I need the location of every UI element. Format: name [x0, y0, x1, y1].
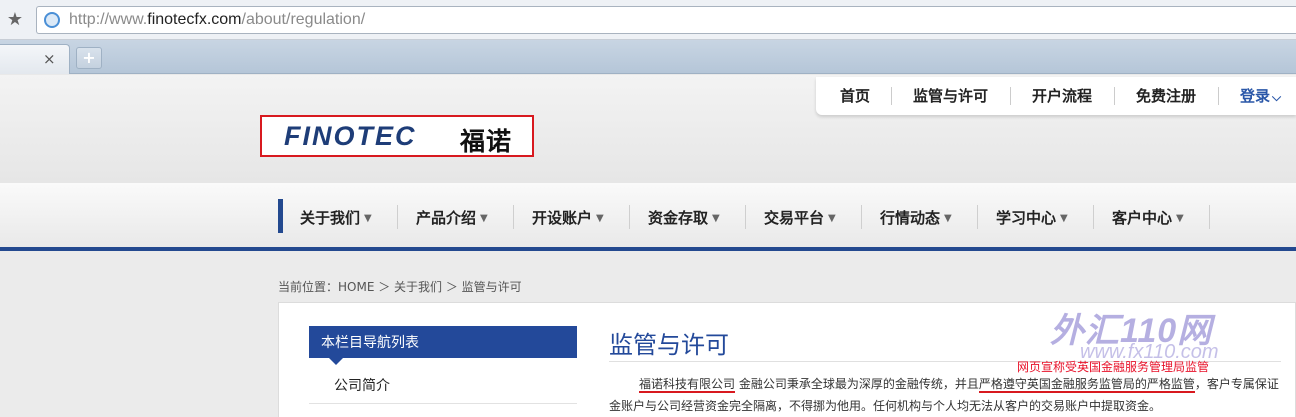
top-nav-divider	[1010, 87, 1011, 105]
top-nav-divider	[1114, 87, 1115, 105]
company-name: 福诺科技有限公司	[639, 377, 736, 393]
top-nav-regulation[interactable]: 监管与许可	[913, 85, 988, 106]
site-icon	[44, 12, 60, 28]
top-nav-divider	[1218, 87, 1219, 105]
nav-divider	[513, 205, 514, 229]
login-label: 登录	[1240, 87, 1271, 105]
sidebar-item-company-profile[interactable]: 公司简介	[334, 375, 390, 395]
nav-funding[interactable]: 资金存取 ▼	[648, 207, 720, 228]
top-nav-register[interactable]: 免费注册	[1136, 85, 1196, 106]
caret-down-icon: ▼	[712, 213, 720, 224]
site-logo[interactable]: FINOTEC 福诺	[260, 115, 534, 157]
caret-down-icon: ▼	[828, 213, 836, 224]
top-nav-home[interactable]: 首页	[840, 85, 870, 106]
address-bar: ★ http://www.finotecfx.com/about/regulat…	[0, 0, 1296, 40]
caret-down-icon: ▼	[480, 213, 488, 224]
regulation-claim: 严格遵守英国金融服务监管局的严格监管	[978, 377, 1195, 393]
new-tab-button[interactable]: +	[76, 47, 102, 69]
nav-open-account[interactable]: 开设账户 ▼	[532, 207, 604, 228]
caret-down-icon: ▼	[596, 213, 604, 224]
watermark: 外汇110网 www.fx110.com	[1050, 303, 1296, 373]
article-body: 福诺科技有限公司 金融公司秉承全球最为深厚的金融传统，并且严格遵守英国金融服务监…	[609, 373, 1281, 417]
url-text: http://www.finotecfx.com/about/regulatio…	[69, 11, 366, 28]
nav-about-us[interactable]: 关于我们 ▼	[300, 207, 372, 228]
logo-text-en: FINOTEC	[284, 121, 417, 151]
sidebar-title: 本栏目导航列表	[309, 326, 577, 365]
breadcrumb[interactable]: 当前位置：HOME ＞ 关于我们 ＞ 监管与许可	[278, 278, 522, 295]
top-nav-login[interactable]: 登录 ⌵	[1240, 85, 1281, 106]
nav-divider	[745, 205, 746, 229]
nav-products[interactable]: 产品介绍 ▼	[416, 207, 488, 228]
article-text-1: 金融公司秉承全球最为深厚的金融传统，并且	[735, 377, 979, 391]
watermark-url: www.fx110.com	[1080, 341, 1219, 363]
caret-down-icon: ▼	[364, 213, 372, 224]
nav-platform[interactable]: 交易平台 ▼	[764, 207, 836, 228]
top-nav-account-process[interactable]: 开户流程	[1032, 85, 1092, 106]
nav-divider	[629, 205, 630, 229]
caret-down-icon: ▼	[1176, 213, 1184, 224]
browser-tab[interactable]: ×	[0, 44, 70, 74]
nav-market-news[interactable]: 行情动态 ▼	[880, 207, 952, 228]
nav-client-center[interactable]: 客户中心 ▼	[1112, 207, 1184, 228]
article-title: 监管与许可	[609, 331, 729, 359]
nav-divider	[1093, 205, 1094, 229]
top-nav: 首页 监管与许可 开户流程 免费注册 登录 ⌵	[816, 77, 1296, 115]
sidebar-divider	[309, 403, 577, 404]
sidebar-title-text: 本栏目导航列表	[321, 335, 419, 351]
nav-divider	[397, 205, 398, 229]
logo-text-cn: 福诺	[460, 127, 513, 156]
close-tab-icon[interactable]: ×	[43, 50, 56, 68]
main-nav-accent	[278, 199, 283, 233]
nav-divider	[861, 205, 862, 229]
chevron-down-icon: ⌵	[1272, 90, 1282, 104]
caret-down-icon: ▼	[944, 213, 952, 224]
nav-learning[interactable]: 学习中心 ▼	[996, 207, 1068, 228]
url-field[interactable]: http://www.finotecfx.com/about/regulatio…	[36, 6, 1296, 34]
top-nav-divider	[891, 87, 892, 105]
sidebar-title-arrow	[329, 358, 343, 365]
caret-down-icon: ▼	[1060, 213, 1068, 224]
site-header: 首页 监管与许可 开户流程 免费注册 登录 ⌵ FINOTEC 福诺	[0, 75, 1296, 183]
tab-bar: × +	[0, 40, 1296, 74]
bookmark-star-icon[interactable]: ★	[4, 9, 26, 31]
main-nav: 关于我们 ▼ 产品介绍 ▼ 开设账户 ▼ 资金存取 ▼ 交易平台 ▼ 行情动态 ▼ 学习中心…	[0, 183, 1296, 251]
web-page: 首页 监管与许可 开户流程 免费注册 登录 ⌵ FINOTEC 福诺 关于我们 ▼ …	[0, 75, 1296, 417]
nav-divider	[977, 205, 978, 229]
nav-divider	[1209, 205, 1210, 229]
